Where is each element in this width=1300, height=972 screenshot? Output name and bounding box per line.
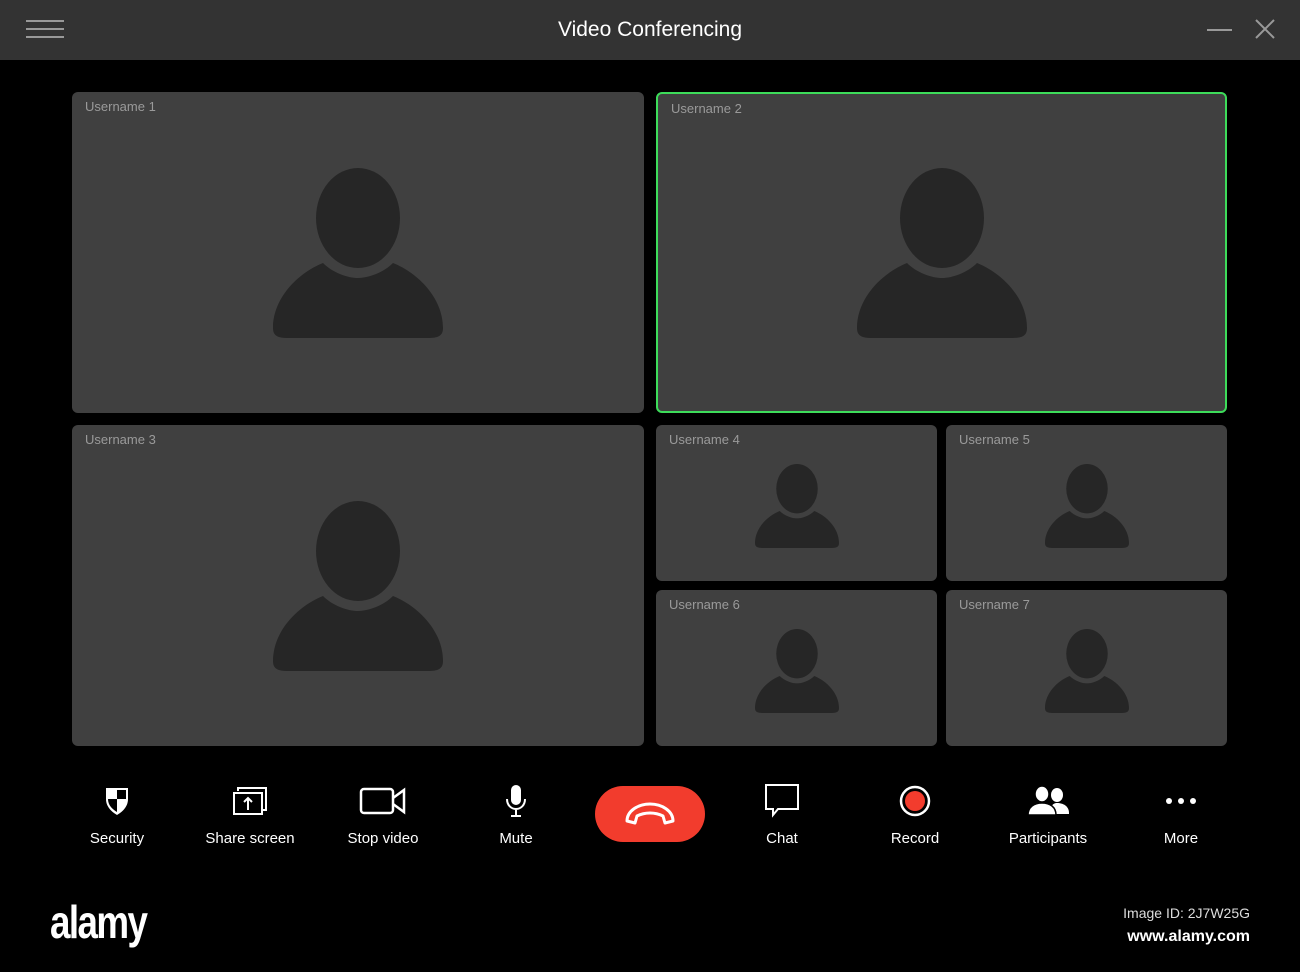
video-tile[interactable]: Username 6 (656, 590, 937, 746)
tile-username: Username 3 (85, 432, 156, 447)
video-tile[interactable]: Username 3 (72, 425, 644, 746)
user-avatar-icon (856, 167, 1027, 338)
participants-label: Participants (1008, 830, 1088, 847)
image-id: Image ID: 2J7W25G (1123, 905, 1250, 921)
user-avatar-icon (754, 464, 839, 549)
tile-username: Username 4 (669, 432, 740, 447)
stop-video-label: Stop video (347, 830, 419, 847)
record-button[interactable]: Record (855, 780, 975, 847)
user-avatar-icon (1044, 629, 1129, 714)
video-tile[interactable]: Username 7 (946, 590, 1227, 746)
tile-username: Username 6 (669, 597, 740, 612)
close-icon[interactable] (1254, 18, 1276, 40)
user-avatar-icon (1044, 464, 1129, 549)
chat-button[interactable]: Chat (722, 780, 842, 847)
shield-icon (106, 788, 128, 815)
security-label: Security (89, 830, 145, 847)
tile-username: Username 1 (85, 99, 156, 114)
participants-button[interactable]: Participants (988, 780, 1108, 847)
minimize-button[interactable] (1207, 29, 1232, 31)
window-title: Video Conferencing (557, 18, 743, 41)
user-avatar-icon (273, 500, 443, 671)
video-tile[interactable]: Username 5 (946, 425, 1227, 581)
more-button[interactable]: More (1121, 780, 1241, 847)
tile-username: Username 5 (959, 432, 1030, 447)
chat-label: Chat (766, 830, 798, 847)
user-avatar-icon (754, 629, 839, 714)
share-screen-icon (233, 787, 267, 815)
mute-label: Mute (499, 830, 533, 847)
stop-video-button[interactable]: Stop video (323, 780, 443, 847)
video-tile-active-speaker[interactable]: Username 2 (656, 92, 1227, 413)
site-url: www.alamy.com (1127, 928, 1250, 945)
mute-button[interactable]: Mute (456, 780, 576, 847)
share-screen-button[interactable]: Share screen (190, 780, 310, 847)
chat-bubble-icon (765, 784, 799, 818)
video-tile[interactable]: Username 1 (72, 92, 644, 413)
more-label: More (1163, 830, 1199, 847)
security-button[interactable]: Security (57, 780, 177, 847)
tile-username: Username 7 (959, 597, 1030, 612)
participants-icon (1027, 786, 1069, 816)
title-bar: Video Conferencing (0, 0, 1300, 60)
share-screen-label: Share screen (205, 830, 295, 847)
tile-username: Username 2 (671, 101, 742, 116)
microphone-icon (506, 785, 526, 817)
record-icon (899, 785, 931, 817)
end-call-button[interactable] (595, 786, 705, 842)
more-dots-icon (1166, 798, 1196, 804)
video-tile[interactable]: Username 4 (656, 425, 937, 581)
record-label: Record (890, 830, 940, 847)
user-avatar-icon (273, 167, 443, 338)
hang-up-phone-icon (625, 802, 675, 825)
alamy-logo: alamy (50, 896, 148, 948)
video-camera-icon (359, 787, 406, 815)
